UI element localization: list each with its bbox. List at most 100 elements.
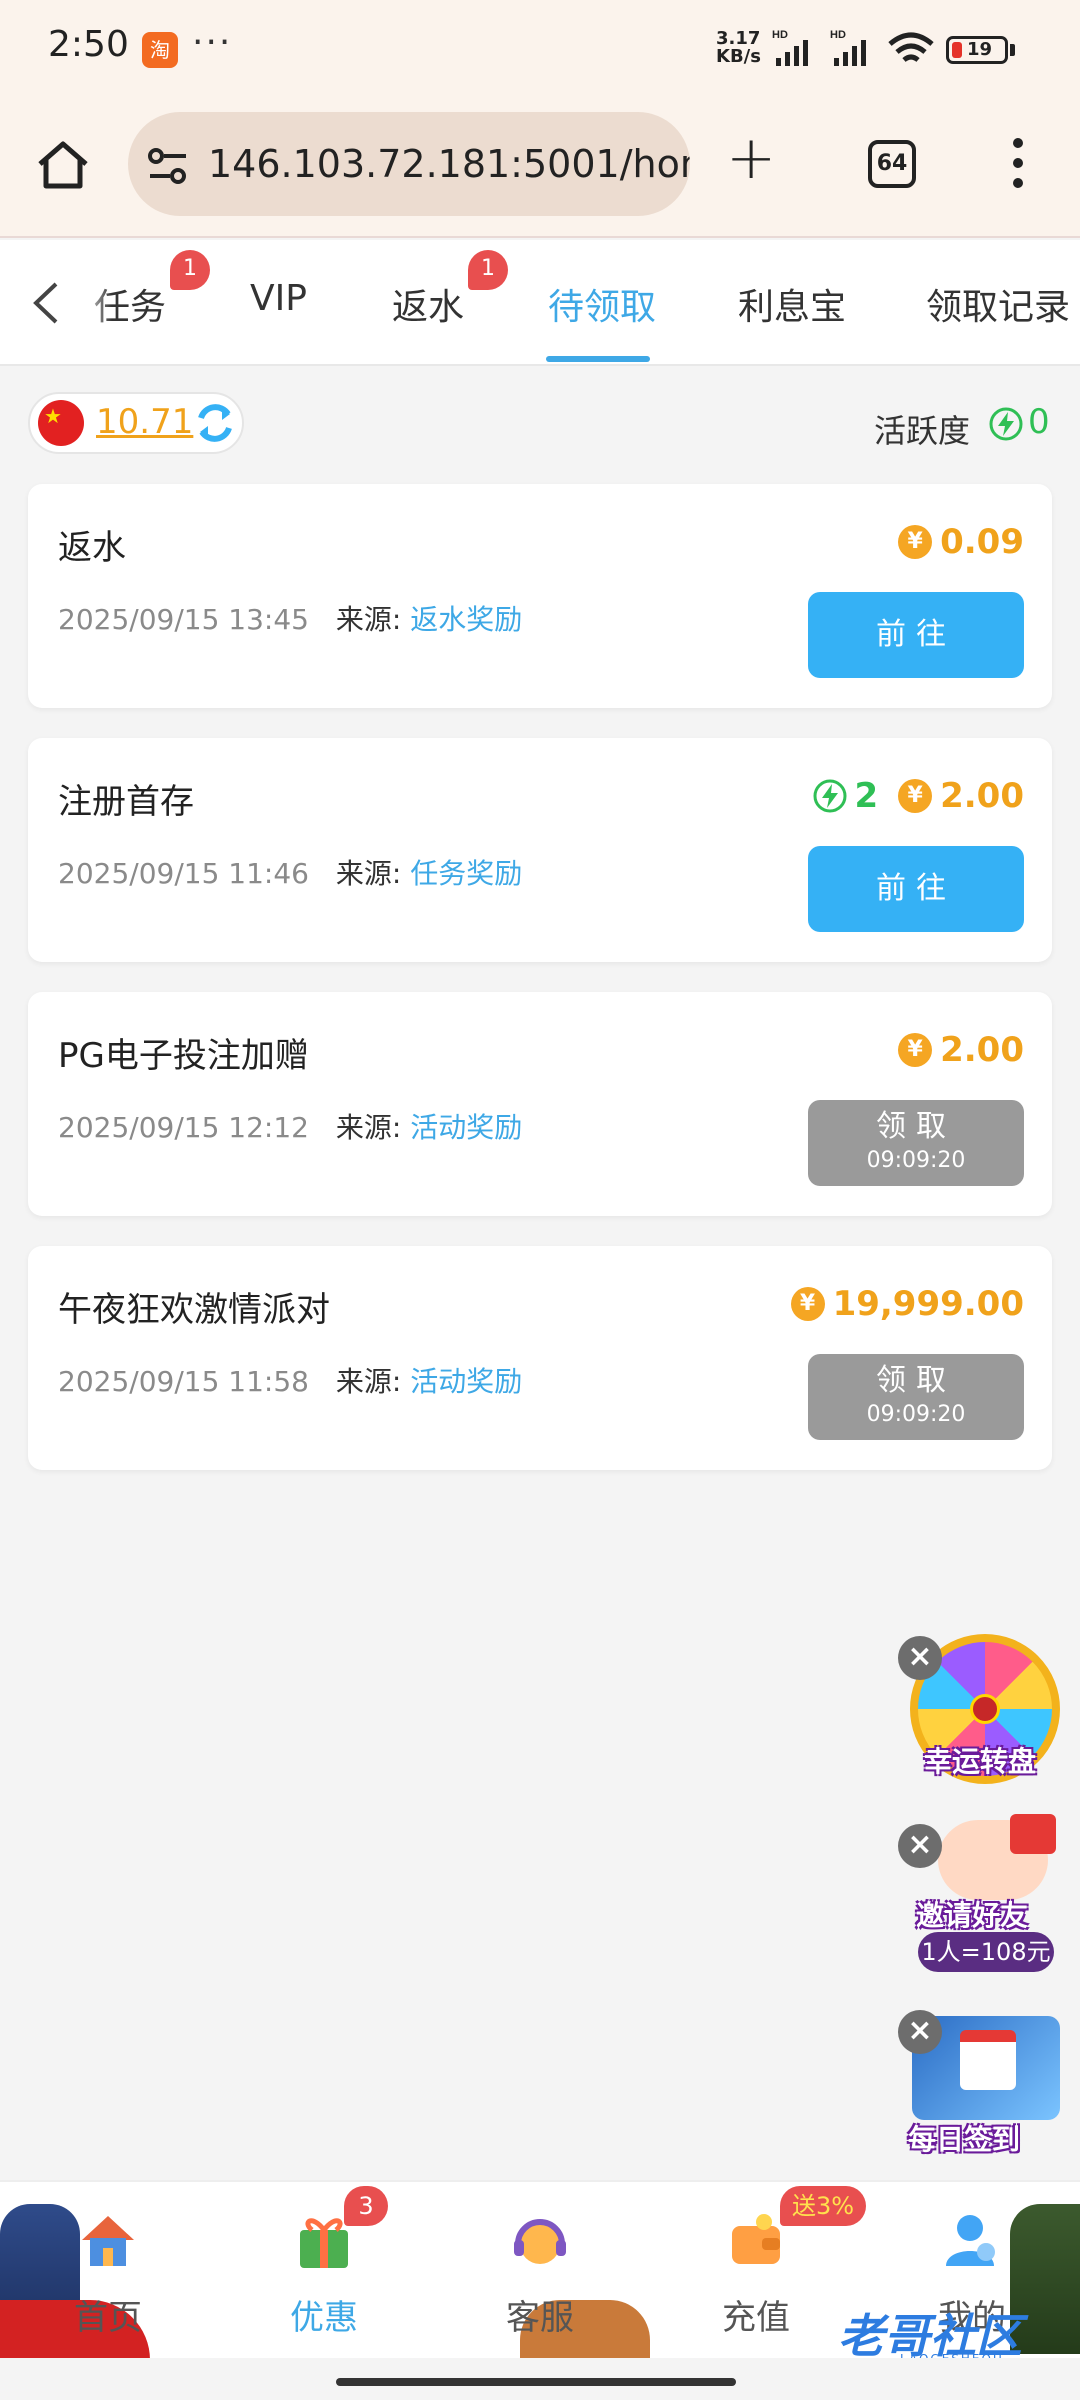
tab-rebate[interactable]: 返水 (392, 278, 464, 330)
home-gesture-bar[interactable] (336, 2378, 736, 2386)
signal-icon: HD (772, 29, 808, 66)
house-icon (82, 2216, 134, 2266)
reward-date: 2025/09/15 11:58 (58, 1365, 309, 1398)
go-button[interactable]: 前往 (808, 592, 1024, 678)
reward-meta: 2025/09/15 11:46 来源: 任务奖励 (58, 852, 522, 892)
nav-home-label: 首页 (74, 2298, 142, 2338)
lucky-wheel-label: 幸运转盘 (924, 1745, 1037, 1778)
reward-source[interactable]: 任务奖励 (410, 857, 522, 890)
reward-amount-value: 0.09 (940, 522, 1024, 562)
yuan-coin-icon: ¥ (898, 525, 933, 559)
headset-icon (514, 2219, 566, 2264)
more-menu-icon[interactable] (1008, 138, 1028, 194)
battery-level-fill (952, 42, 962, 58)
reward-amount: ¥ 0.09 (898, 522, 1024, 562)
nav-home[interactable]: 首页 (36, 2180, 176, 2358)
wifi-icon (888, 32, 934, 62)
close-icon[interactable]: × (898, 2010, 942, 2054)
wallet-icon (732, 2214, 780, 2264)
claim-button-label: 领取 (876, 1109, 956, 1144)
close-icon[interactable]: × (898, 1824, 942, 1868)
invite-reward-badge: 1人=108元 (918, 1932, 1054, 1972)
close-icon[interactable]: × (898, 1636, 942, 1680)
reward-card: 注册首存 2025/09/15 11:46 来源: 任务奖励 2 ¥ 2.00 … (28, 738, 1052, 962)
battery-icon: 19 (946, 36, 1008, 64)
invite-friends-label[interactable]: 邀请好友 (916, 1894, 1028, 1934)
reward-date: 2025/09/15 12:12 (58, 1111, 309, 1144)
network-speed: 3.17 KB/s (716, 28, 761, 67)
reward-meta: 2025/09/15 12:12 来源: 活动奖励 (58, 1106, 522, 1146)
status-bar: 2:50 淘 ··· 3.17 KB/s HD HD 19 (0, 0, 1080, 100)
tab-claim-history[interactable]: 领取记录 (926, 278, 1070, 330)
claim-button-label: 领取 (876, 1363, 956, 1398)
home-icon[interactable] (34, 136, 92, 194)
source-label: 来源: (335, 1111, 402, 1144)
reward-amount-value: 2.00 (940, 776, 1024, 816)
yuan-coin-icon: ¥ (790, 1287, 825, 1321)
claim-countdown: 09:09:20 (866, 1148, 966, 1173)
refresh-icon[interactable] (192, 400, 238, 446)
tab-pending[interactable]: 待领取 (548, 278, 656, 330)
daily-signin-label[interactable]: 每日签到 (908, 2118, 1020, 2158)
tab-tasks-badge: 1 (170, 250, 210, 290)
new-tab-icon[interactable]: + (726, 128, 776, 188)
nav-promotions-label: 优惠 (290, 2298, 358, 2338)
claim-button[interactable]: 领取 09:09:20 (808, 1100, 1024, 1186)
activity-value: 0 (1028, 402, 1050, 442)
lightning-icon (989, 407, 1023, 441)
nav-promotions-badge: 3 (344, 2186, 388, 2226)
signal-icon-2: HD (830, 29, 866, 66)
lightning-icon (813, 779, 847, 813)
source-label: 来源: (335, 1365, 402, 1398)
reward-amount: 2 ¥ 2.00 (812, 776, 1024, 816)
balance-amount: 10.71 (96, 402, 194, 442)
gesture-area (0, 2358, 1080, 2400)
reward-meta: 2025/09/15 13:45 来源: 返水奖励 (58, 598, 522, 638)
china-flag-icon: ★ (38, 400, 84, 446)
battery-tip (1010, 44, 1015, 56)
go-button-label: 前往 (876, 871, 956, 906)
status-time: 2:50 (48, 24, 129, 65)
tab-rebate-badge: 1 (468, 250, 508, 290)
reward-source[interactable]: 返水奖励 (410, 603, 522, 636)
reward-card: 午夜狂欢激情派对 2025/09/15 11:58 来源: 活动奖励 ¥ 19,… (28, 1246, 1052, 1470)
site-settings-icon[interactable] (146, 146, 190, 186)
browser-toolbar: 146.103.72.181:5001/hom + 64 (0, 100, 1080, 238)
tab-vip[interactable]: VIP (250, 278, 307, 319)
reward-source[interactable]: 活动奖励 (410, 1111, 522, 1144)
activity-reward-value: 2 (854, 776, 879, 816)
reward-title: 午夜狂欢激情派对 (58, 1290, 330, 1330)
address-bar[interactable]: 146.103.72.181:5001/hom (128, 112, 690, 216)
activity-label: 活跃度 (874, 412, 971, 450)
red-envelope-icon (1010, 1814, 1056, 1854)
active-tab-indicator (546, 356, 650, 362)
source-label: 来源: (335, 603, 402, 636)
reward-amount-value: 2.00 (940, 1030, 1024, 1070)
chevron-left-icon-overlay[interactable] (26, 278, 66, 328)
claim-countdown: 09:09:20 (866, 1402, 966, 1427)
reward-source[interactable]: 活动奖励 (410, 1365, 522, 1398)
wheel-center (970, 1694, 1000, 1724)
calendar-icon (960, 2030, 1016, 2090)
reward-date: 2025/09/15 13:45 (58, 603, 309, 636)
reward-title: PG电子投注加赠 (58, 1036, 309, 1076)
claim-button[interactable]: 领取 09:09:20 (808, 1354, 1024, 1440)
yuan-coin-icon: ¥ (898, 1033, 933, 1067)
tab-switcher-button[interactable]: 64 (868, 140, 916, 188)
reward-card: 返水 2025/09/15 13:45 来源: 返水奖励 ¥ 0.09 前往 (28, 484, 1052, 708)
reward-amount-value: 19,999.00 (832, 1284, 1024, 1324)
nav-recharge-label: 充值 (722, 2298, 790, 2338)
more-notifications-icon: ··· (192, 22, 233, 63)
activity-reward: 2 (812, 776, 878, 816)
go-button[interactable]: 前往 (808, 846, 1024, 932)
category-tabs: 任务 1 VIP 返水 1 待领取 利息宝 领取记录 (0, 240, 1080, 366)
reward-date: 2025/09/15 11:46 (58, 857, 309, 890)
user-icon (946, 2215, 995, 2266)
battery-percent: 19 (967, 39, 993, 60)
balance-pill: ★ 10.71 (28, 392, 244, 454)
go-button-label: 前往 (876, 617, 956, 652)
url-text[interactable]: 146.103.72.181:5001/hom (208, 142, 690, 186)
tab-interest[interactable]: 利息宝 (738, 278, 846, 330)
reward-meta: 2025/09/15 11:58 来源: 活动奖励 (58, 1360, 522, 1400)
nav-customer-service[interactable]: 客服 (468, 2180, 608, 2358)
